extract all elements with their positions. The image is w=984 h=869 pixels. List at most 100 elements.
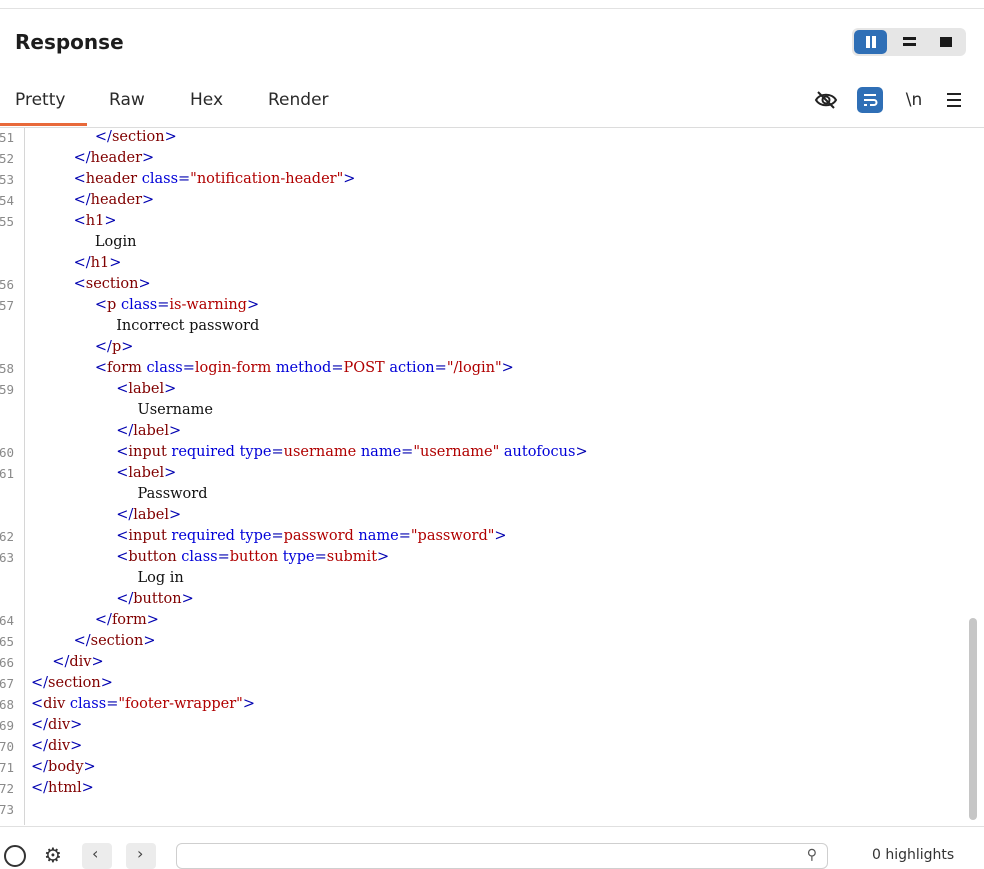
code-line: Username xyxy=(0,400,960,421)
code-text: </html> xyxy=(31,780,94,796)
line-number: 63 xyxy=(0,550,15,565)
stacked-view-button[interactable] xyxy=(892,30,925,54)
chevron-right-icon: › xyxy=(137,844,144,863)
line-number: 72 xyxy=(0,781,15,796)
view-layout-toggle xyxy=(852,28,966,56)
code-text: <form class=login-form method=POST actio… xyxy=(94,360,514,376)
line-number: 58 xyxy=(0,361,15,376)
code-text: </h1> xyxy=(73,255,122,271)
tab-raw[interactable]: Raw xyxy=(109,90,145,110)
newline-toggle[interactable]: \n xyxy=(901,87,927,113)
single-view-button[interactable] xyxy=(929,30,962,54)
code-text: </div> xyxy=(31,717,83,733)
code-text: Incorrect password xyxy=(116,318,260,334)
code-line: 53 <header class="notification-header"> xyxy=(0,169,960,190)
code-text: <label> xyxy=(116,381,177,397)
code-line: 72 </html> xyxy=(0,778,960,799)
code-text: </header> xyxy=(73,150,155,166)
code-text: </section> xyxy=(31,675,113,691)
code-text: <h1> xyxy=(73,213,117,229)
window-top-edge xyxy=(0,0,984,9)
code-text: <button class=button type=submit> xyxy=(116,549,390,565)
search-icon: ⚲ xyxy=(806,847,817,863)
tab-hex[interactable]: Hex xyxy=(190,90,223,110)
code-text: Login xyxy=(94,234,137,250)
code-line: </button> xyxy=(0,589,960,610)
line-number: 53 xyxy=(0,172,15,187)
code-text: <label> xyxy=(116,465,177,481)
line-number: 55 xyxy=(0,214,15,229)
line-number: 64 xyxy=(0,613,15,628)
code-line: 62 <input required type=password name="pa… xyxy=(0,526,960,547)
line-number: 65 xyxy=(0,634,15,649)
code-text: </label> xyxy=(116,507,182,523)
code-text: </button> xyxy=(116,591,194,607)
code-line: 60 <input required type=username name="us… xyxy=(0,442,960,463)
scrollbar-thumb[interactable] xyxy=(969,618,977,820)
code-text: <input required type=password name="pass… xyxy=(116,528,507,544)
line-number: 56 xyxy=(0,277,15,292)
line-number: 60 xyxy=(0,445,15,460)
code-text: </section> xyxy=(73,633,156,649)
response-code-editor[interactable]: 51 </section> 52 </header> 53 <header class="… xyxy=(0,128,984,825)
square-icon xyxy=(940,37,952,47)
footer-toolbar: ⚙ ‹ › ⚲ 0 highlights xyxy=(0,826,984,869)
code-line: 59 <label> xyxy=(0,379,960,400)
view-tabs: Pretty Raw Hex Render \n xyxy=(0,79,984,128)
code-text: <p class=is-warning> xyxy=(94,297,260,313)
search-input[interactable]: ⚲ xyxy=(176,843,828,869)
code-text: </p> xyxy=(94,339,134,355)
code-line: 68 <div class="footer-wrapper"> xyxy=(0,694,960,715)
line-number: 68 xyxy=(0,697,15,712)
code-line: 69 </div> xyxy=(0,715,960,736)
code-line: </h1> xyxy=(0,253,960,274)
panel-title: Response xyxy=(15,30,124,54)
line-number: 62 xyxy=(0,529,15,544)
code-text: </form> xyxy=(94,612,159,628)
code-line: 51 </section> xyxy=(0,128,960,148)
highlights-count: 0 highlights xyxy=(872,847,955,863)
side-by-side-view-button[interactable] xyxy=(854,30,887,54)
code-line: 64 </form> xyxy=(0,610,960,631)
code-text: <section> xyxy=(73,276,151,292)
wrap-lines-icon[interactable] xyxy=(857,87,883,113)
line-number: 73 xyxy=(0,802,15,817)
code-line: Log in xyxy=(0,568,960,589)
gear-icon[interactable]: ⚙ xyxy=(44,843,62,867)
code-line: 67 </section> xyxy=(0,673,960,694)
back-button[interactable]: ‹ xyxy=(82,843,112,869)
forward-button[interactable]: › xyxy=(126,843,156,869)
response-header xyxy=(0,9,984,79)
code-line: 54 </header> xyxy=(0,190,960,211)
code-line: Password xyxy=(0,484,960,505)
tab-pretty[interactable]: Pretty xyxy=(15,90,65,110)
code-text: <header class="notification-header"> xyxy=(73,171,356,187)
line-number: 66 xyxy=(0,655,15,670)
line-number: 69 xyxy=(0,718,15,733)
eye-off-icon[interactable] xyxy=(813,87,839,113)
code-line: Incorrect password xyxy=(0,316,960,337)
help-icon[interactable] xyxy=(4,845,26,867)
hamburger-menu-icon[interactable] xyxy=(941,87,967,113)
line-number: 61 xyxy=(0,466,15,481)
active-tab-indicator xyxy=(0,123,87,126)
line-number: 59 xyxy=(0,382,15,397)
code-line: 57 <p class=is-warning> xyxy=(0,295,960,316)
code-text: <input required type=username name="user… xyxy=(116,444,588,460)
code-text: </body> xyxy=(31,759,96,775)
code-line: Login xyxy=(0,232,960,253)
code-line: </label> xyxy=(0,421,960,442)
rows-icon xyxy=(903,37,916,47)
columns-icon xyxy=(865,36,877,48)
code-text: Log in xyxy=(137,570,184,586)
code-line: 70 </div> xyxy=(0,736,960,757)
code-line: 52 </header> xyxy=(0,148,960,169)
tab-render[interactable]: Render xyxy=(268,90,329,110)
line-number: 51 xyxy=(0,130,15,145)
code-text: </div> xyxy=(31,738,83,754)
code-line: 61 <label> xyxy=(0,463,960,484)
code-line: 56 <section> xyxy=(0,274,960,295)
code-line: 65 </section> xyxy=(0,631,960,652)
code-line: 73 xyxy=(0,799,960,820)
line-number: 54 xyxy=(0,193,15,208)
